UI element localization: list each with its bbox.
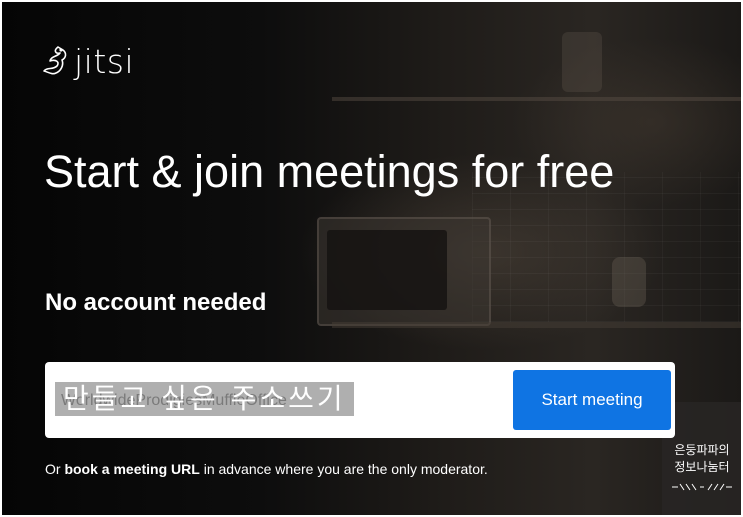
note-prefix: Or (45, 461, 65, 477)
background-shelf (332, 97, 741, 101)
watermark-ornament-icon (672, 483, 732, 491)
background-counter-edge (332, 322, 741, 328)
watermark: 은둥파파의 정보나눔터 (666, 442, 738, 497)
page-subtitle: No account needed (45, 289, 267, 316)
background-jar (562, 32, 602, 92)
enter-room-form: 만들고 싶은 주소쓰기 Start meeting (45, 362, 675, 438)
page-title: Start & join meetings for free (44, 146, 615, 197)
watermark-line1: 은둥파파의 (674, 443, 730, 457)
note-suffix: in advance where you are the only modera… (199, 461, 488, 477)
jitsi-logo[interactable]: jitsi (42, 42, 134, 81)
background-microwave-door (327, 230, 447, 310)
book-meeting-link[interactable]: book a meeting URL (64, 461, 199, 477)
watermark-line2: 정보나눔터 (674, 460, 730, 474)
moderator-note: Or book a meeting URL in advance where y… (45, 461, 488, 477)
logo-text: jitsi (74, 42, 135, 81)
start-meeting-button[interactable]: Start meeting (513, 370, 671, 430)
background-jar (612, 257, 646, 307)
welcome-page: jitsi Start & join meetings for free No … (2, 2, 741, 515)
annotation-overlay: 만들고 싶은 주소쓰기 (55, 382, 354, 416)
jitsi-logo-icon (43, 45, 67, 74)
